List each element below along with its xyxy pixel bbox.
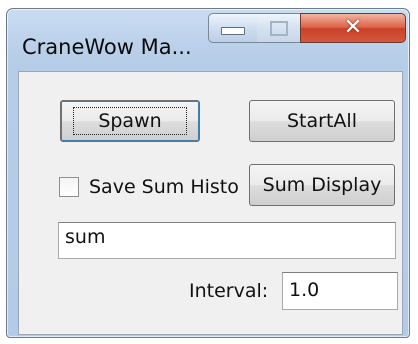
maximize-button[interactable] <box>257 13 301 43</box>
close-button[interactable]: ✕ <box>300 13 406 43</box>
start-all-button[interactable]: StartAll <box>249 100 395 142</box>
interval-label: Interval: <box>189 280 269 302</box>
app-window: CraneWow Ma... ✕ Spawn StartAll Save Sum… <box>6 8 410 338</box>
maximize-icon <box>269 20 288 36</box>
close-icon: ✕ <box>343 15 363 40</box>
interval-input[interactable]: 1.0 <box>282 272 398 310</box>
save-sum-histo-checkbox[interactable] <box>59 177 79 197</box>
window-title: CraneWow Ma... <box>22 35 192 59</box>
save-sum-histo-label[interactable]: Save Sum Histo <box>89 176 239 198</box>
client-area: Spawn StartAll Save Sum Histo Sum Displa… <box>18 71 403 335</box>
minimize-icon <box>221 27 245 35</box>
sum-input[interactable]: sum <box>58 222 396 259</box>
sum-display-button[interactable]: Sum Display <box>249 164 395 206</box>
spawn-button-label: Spawn <box>73 107 187 135</box>
save-sum-histo-row[interactable]: Save Sum Histo <box>59 176 239 198</box>
spawn-button[interactable]: Spawn <box>60 100 200 142</box>
minimize-button[interactable] <box>208 13 258 43</box>
